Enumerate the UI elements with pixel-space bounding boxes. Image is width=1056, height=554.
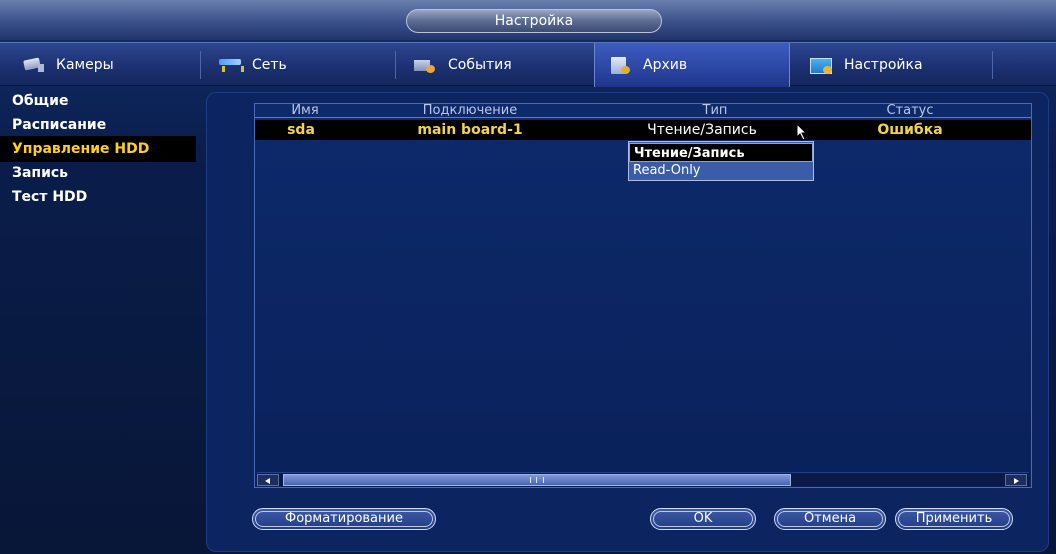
tab-events[interactable]: События	[400, 43, 590, 87]
settings-icon	[810, 56, 834, 74]
apply-button[interactable]: Применить	[895, 508, 1013, 530]
dropdown-option-read-write[interactable]: Чтение/Запись	[629, 143, 813, 162]
mouse-cursor-icon	[796, 123, 808, 141]
type-dropdown-list[interactable]: Чтение/Запись Read-Only	[628, 141, 814, 181]
title-bar: Настройка	[0, 0, 1056, 40]
network-icon	[218, 56, 244, 74]
scroll-right-icon[interactable]	[1005, 474, 1027, 486]
tab-label: Камеры	[56, 57, 114, 73]
column-header-name: Имя	[291, 103, 319, 118]
camera-icon	[22, 56, 46, 74]
main-tabs: Камеры Сеть События Архив Настройка	[0, 42, 1056, 87]
tab-label: Сеть	[252, 57, 287, 73]
table-header: Имя Подключение Тип Статус	[255, 103, 1031, 118]
archive-icon	[609, 56, 633, 74]
window-title: Настройка	[406, 9, 662, 33]
ok-button-label: OK	[693, 511, 713, 526]
dropdown-option-read-only[interactable]: Read-Only	[629, 161, 813, 180]
format-button[interactable]: Форматирование	[252, 508, 436, 530]
scrollbar-thumb[interactable]	[283, 474, 791, 486]
sidebar-item-hdd-test[interactable]: Тест HDD	[0, 184, 196, 210]
apply-button-label: Применить	[915, 511, 993, 526]
cell-type[interactable]: Чтение/Запись	[627, 122, 777, 138]
sidebar-item-schedule[interactable]: Расписание	[0, 112, 196, 138]
column-header-type: Тип	[702, 103, 728, 118]
table-row[interactable]: sda main board-1 Чтение/Запись Ошибка	[255, 120, 1031, 141]
events-icon	[414, 56, 438, 74]
cell-name: sda	[287, 122, 315, 138]
horizontal-scrollbar[interactable]	[257, 472, 1029, 486]
sidebar-item-hdd-management[interactable]: Управление HDD	[0, 136, 196, 162]
tab-settings[interactable]: Настройка	[796, 43, 990, 87]
column-header-status: Статус	[886, 103, 934, 118]
cell-connection: main board-1	[417, 122, 523, 138]
sidebar-item-general[interactable]: Общие	[0, 88, 196, 114]
cell-status: Ошибка	[877, 122, 943, 138]
tab-divider	[395, 51, 396, 79]
cancel-button-label: Отмена	[803, 511, 857, 526]
column-header-connection: Подключение	[422, 103, 518, 118]
tab-divider	[200, 51, 201, 79]
tab-network[interactable]: Сеть	[206, 43, 391, 87]
tab-divider	[992, 51, 993, 79]
grip-icon	[530, 477, 544, 483]
tab-archive[interactable]: Архив	[594, 43, 790, 87]
tab-label: Архив	[643, 57, 688, 73]
sidebar-item-record[interactable]: Запись	[0, 160, 196, 186]
cancel-button[interactable]: Отмена	[774, 508, 886, 530]
dvr-settings-window: Настройка Камеры Сеть События Архив Наст…	[0, 0, 1056, 554]
scroll-left-icon[interactable]	[257, 474, 279, 486]
tab-label: Настройка	[844, 57, 923, 73]
sidebar: Общие Расписание Управление HDD Запись Т…	[0, 86, 200, 554]
tab-label: События	[448, 57, 512, 73]
hdd-table: Имя Подключение Тип Статус sda main boar…	[254, 103, 1032, 488]
format-button-label: Форматирование	[285, 511, 403, 526]
ok-button[interactable]: OK	[650, 508, 756, 530]
tab-cameras[interactable]: Камеры	[10, 43, 195, 87]
